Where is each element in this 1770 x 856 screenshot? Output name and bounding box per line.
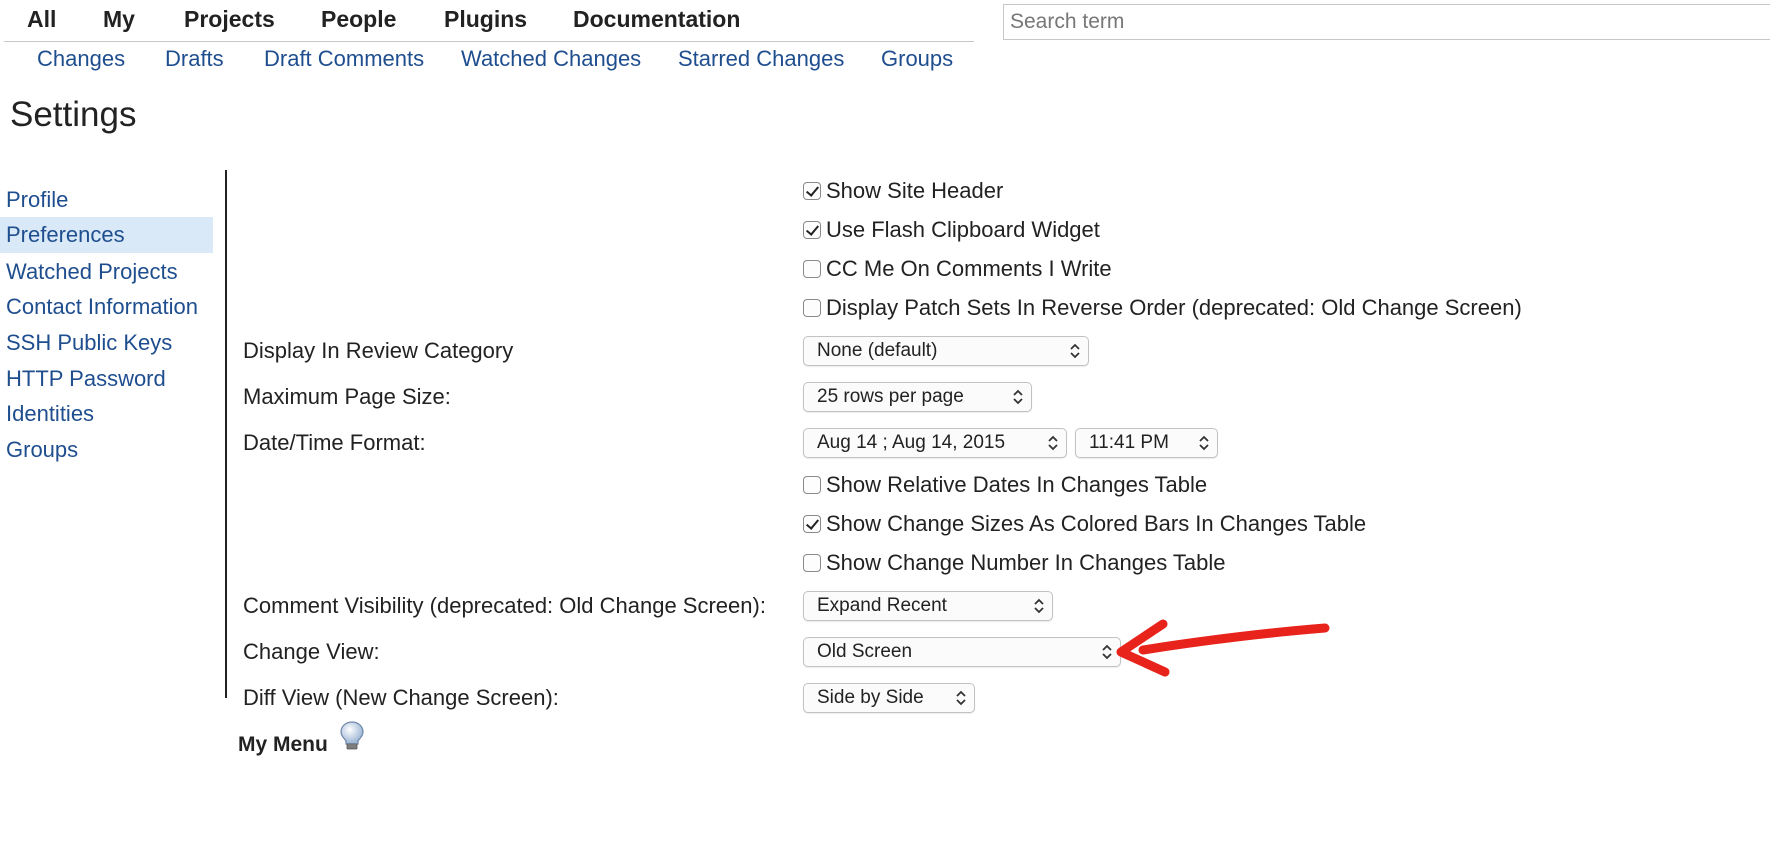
date-format-value: Aug 14 ; Aug 14, 2015 [817,432,1006,453]
sidebar-item-preferences[interactable]: Preferences [0,217,213,253]
diff-view-label: Diff View (New Change Screen): [243,685,559,710]
change-number-label: Show Change Number In Changes Table [826,550,1226,575]
top-menu: All My Projects People Plugins Documenta… [0,0,974,42]
reverse-patch-sets-option[interactable]: Display Patch Sets In Reverse Order (dep… [803,293,1522,323]
time-format-value: 11:41 PM [1089,432,1169,453]
review-category-label: Display In Review Category [243,338,514,363]
sub-menu-starred-changes[interactable]: Starred Changes [678,46,844,72]
use-flash-clipboard-option[interactable]: Use Flash Clipboard Widget [803,215,1100,245]
show-site-header-checkbox[interactable] [803,182,821,200]
change-view-label: Change View: [243,639,380,664]
top-menu-all[interactable]: All [27,6,56,33]
sidebar-item-ssh-public-keys[interactable]: SSH Public Keys [0,325,213,361]
chevron-updown-icon [1048,435,1058,451]
chevron-updown-icon [956,690,966,706]
change-view-value: Old Screen [817,641,913,662]
sidebar-item-groups[interactable]: Groups [0,432,213,468]
sub-menu-draft-comments[interactable]: Draft Comments [264,46,424,72]
sidebar-item-http-password[interactable]: HTTP Password [0,361,213,397]
comment-visibility-label: Comment Visibility (deprecated: Old Chan… [243,593,766,618]
chevron-updown-icon [1199,435,1209,451]
relative-dates-option[interactable]: Show Relative Dates In Changes Table [803,470,1207,500]
colored-bars-option[interactable]: Show Change Sizes As Colored Bars In Cha… [803,509,1366,539]
page-size-label: Maximum Page Size: [243,384,451,409]
comment-visibility-value: Expand Recent [817,595,947,616]
review-category-value: None (default) [817,340,938,361]
colored-bars-label: Show Change Sizes As Colored Bars In Cha… [826,511,1367,536]
sidebar-item-profile[interactable]: Profile [0,182,213,218]
date-format-select[interactable]: Aug 14 ; Aug 14, 2015 [803,428,1067,458]
top-menu-documentation[interactable]: Documentation [573,6,740,33]
cc-me-option[interactable]: CC Me On Comments I Write [803,254,1112,284]
change-number-option[interactable]: Show Change Number In Changes Table [803,548,1226,578]
use-flash-clipboard-label: Use Flash Clipboard Widget [826,217,1100,242]
diff-view-value: Side by Side [817,687,924,708]
diff-view-select[interactable]: Side by Side [803,683,975,713]
top-menu-plugins[interactable]: Plugins [444,6,527,33]
my-menu-heading: My Menu [238,733,328,756]
sub-menu-watched-changes[interactable]: Watched Changes [461,46,641,72]
chevron-updown-icon [1102,644,1112,660]
reverse-patch-sets-checkbox[interactable] [803,299,821,317]
sub-menu-changes[interactable]: Changes [37,46,125,72]
chevron-updown-icon [1013,389,1023,405]
reverse-patch-sets-label: Display Patch Sets In Reverse Order (dep… [826,295,1522,320]
show-site-header-label: Show Site Header [826,178,1004,203]
sidebar-item-contact-information[interactable]: Contact Information [0,289,213,325]
annotation-arrow [1116,619,1330,677]
page-title: Settings [10,95,137,134]
date-time-format-label: Date/Time Format: [243,430,426,455]
comment-visibility-select[interactable]: Expand Recent [803,591,1053,621]
chevron-updown-icon [1034,598,1044,614]
colored-bars-checkbox[interactable] [803,515,821,533]
sub-menu-drafts[interactable]: Drafts [165,46,224,72]
top-menu-my[interactable]: My [103,6,135,33]
top-menu-people[interactable]: People [321,6,396,33]
change-number-checkbox[interactable] [803,554,821,572]
page-size-value: 25 rows per page [817,386,964,407]
page-size-select[interactable]: 25 rows per page [803,382,1032,412]
lightbulb-icon[interactable] [339,720,365,752]
cc-me-label: CC Me On Comments I Write [826,256,1112,281]
use-flash-clipboard-checkbox[interactable] [803,221,821,239]
change-view-select[interactable]: Old Screen [803,637,1121,667]
sidebar-item-watched-projects[interactable]: Watched Projects [0,254,213,290]
time-format-select[interactable]: 11:41 PM [1075,428,1218,458]
show-site-header-option[interactable]: Show Site Header [803,176,1003,206]
cc-me-checkbox[interactable] [803,260,821,278]
relative-dates-label: Show Relative Dates In Changes Table [826,472,1208,497]
sub-menu-groups[interactable]: Groups [881,46,953,72]
relative-dates-checkbox[interactable] [803,476,821,494]
top-menu-projects[interactable]: Projects [184,6,275,33]
sidebar-item-identities[interactable]: Identities [0,396,213,432]
review-category-select[interactable]: None (default) [803,336,1089,366]
top-menu-divider [4,41,974,42]
sidebar-divider [225,170,227,698]
chevron-updown-icon [1070,343,1080,359]
search-input[interactable] [1003,4,1770,40]
